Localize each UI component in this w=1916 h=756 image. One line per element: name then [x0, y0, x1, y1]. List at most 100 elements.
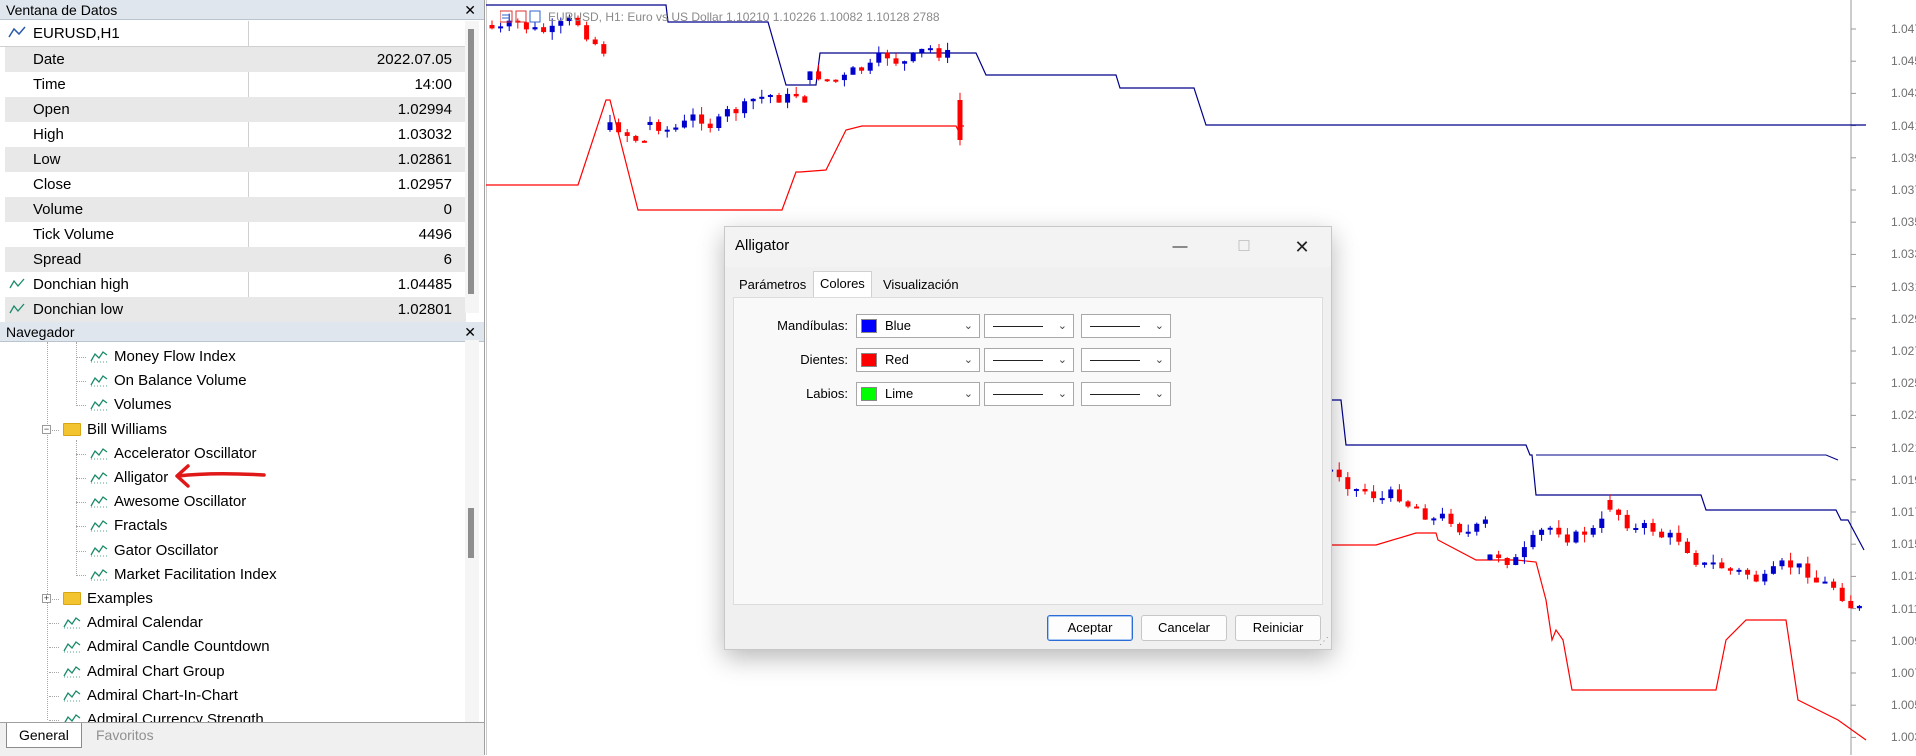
color-name: Red [885, 352, 909, 367]
tree-line [76, 526, 86, 528]
candle-body [489, 25, 495, 29]
color-row-label: Dientes: [800, 352, 848, 367]
line-style-select[interactable]: ⌄ [984, 348, 1074, 372]
data-row: Time 14:00 [5, 72, 466, 97]
candle-body [1556, 527, 1562, 535]
candle-body [876, 52, 882, 63]
price-tick-label: 1.03570 [1891, 215, 1916, 230]
tab-parametros[interactable]: Parámetros [733, 273, 812, 297]
candle-body [673, 127, 679, 130]
line-chart-icon [8, 26, 26, 38]
candle-body [1667, 532, 1673, 538]
indicator-icons[interactable] [500, 10, 544, 24]
tree-line [76, 453, 86, 455]
line-style-select[interactable]: ⌄ [984, 314, 1074, 338]
candle-body [1431, 518, 1437, 521]
cancel-button[interactable]: Cancelar [1141, 615, 1227, 641]
candle-body [1590, 527, 1596, 535]
candle-body [1659, 531, 1665, 538]
candle-body [1693, 553, 1699, 565]
scroll-thumb[interactable] [468, 29, 474, 294]
candle-body [1422, 508, 1428, 520]
candle-body [767, 95, 773, 98]
indicator-icon [90, 375, 108, 387]
data-row: High 1.03032 [5, 122, 466, 147]
line-sample [993, 360, 1043, 361]
scroll-thumb[interactable] [468, 508, 474, 558]
price-tick-label: 1.03370 [1891, 247, 1916, 262]
close-icon[interactable]: ✕ [464, 0, 476, 20]
dialog-titlebar[interactable]: Alligator — ☐ ✕ [725, 227, 1331, 267]
candle-body [1813, 577, 1819, 583]
data-row: Date 2022.07.05 [5, 47, 466, 72]
navigator-title: Navegador [6, 324, 75, 340]
candle-body [1796, 563, 1802, 568]
data-window-scrollbar[interactable] [465, 21, 479, 313]
line-width-select[interactable]: ⌄ [1081, 382, 1171, 406]
line-width-select[interactable]: ⌄ [1081, 314, 1171, 338]
candle-body [1521, 547, 1527, 558]
data-value: 1.03032 [397, 126, 452, 143]
data-row: Spread 6 [5, 247, 466, 272]
indicator-icon [63, 665, 81, 677]
candle-body [656, 121, 662, 131]
candle-body [1839, 587, 1845, 601]
data-value: 1.02994 [397, 101, 452, 118]
color-select[interactable]: Blue ⌄ [856, 314, 980, 338]
price-tick-label: 1.02370 [1891, 408, 1916, 423]
tree-line [76, 357, 86, 358]
line-width-select[interactable]: ⌄ [1081, 348, 1171, 372]
candle-body [541, 27, 547, 33]
indicator-icon [63, 689, 81, 702]
data-value: 1.04485 [397, 276, 452, 293]
candle-body [1362, 489, 1368, 492]
candle-body [785, 93, 791, 103]
donchian-high-line [1536, 454, 1839, 461]
chevron-down-icon: ⌄ [1154, 354, 1164, 366]
candle-body [716, 116, 722, 129]
candle-body [1616, 509, 1622, 515]
dialog-title: Alligator [735, 237, 790, 254]
tree-line [76, 574, 86, 576]
tab-visualizacion[interactable]: Visualización [877, 273, 965, 297]
candle-body [1573, 531, 1579, 543]
candle-body [681, 120, 687, 128]
minimize-icon[interactable]: — [1157, 233, 1203, 261]
color-select[interactable]: Red ⌄ [856, 348, 980, 372]
close-icon[interactable]: ✕ [464, 322, 476, 342]
line-style-select[interactable]: ⌄ [984, 382, 1074, 406]
tab-general[interactable]: General [6, 723, 82, 748]
tab-favoritos[interactable]: Favoritos [84, 723, 166, 747]
candle-body [1547, 527, 1553, 530]
navigator-scrollbar[interactable] [465, 340, 479, 722]
color-name: Blue [885, 318, 912, 333]
candle-body [1822, 581, 1828, 584]
reset-button[interactable]: Reiniciar [1235, 615, 1321, 641]
candle-body [841, 74, 847, 81]
tab-colores[interactable]: Colores [813, 271, 872, 298]
candle-body [833, 79, 839, 82]
price-tick-label: 1.03770 [1891, 183, 1916, 197]
close-icon[interactable]: ✕ [1279, 233, 1325, 261]
candle-body [532, 27, 538, 30]
candle-body [724, 109, 730, 117]
nav-item-label: Admiral Calendar [87, 614, 203, 632]
accept-button[interactable]: Aceptar [1047, 615, 1133, 641]
candle-body [802, 96, 808, 103]
candle-body [1624, 514, 1630, 529]
line-sample [1090, 360, 1140, 361]
expand-icon[interactable]: + [42, 594, 51, 603]
chevron-down-icon: ⌄ [1057, 320, 1067, 332]
candle-body [616, 122, 622, 133]
collapse-icon[interactable]: − [42, 424, 51, 434]
chevron-down-icon: ⌄ [1057, 388, 1067, 400]
candle-body [1607, 500, 1613, 510]
maximize-icon[interactable]: ☐ [1221, 233, 1267, 261]
price-tick-label: 1.01170 [1891, 601, 1916, 616]
data-key: Donchian low [33, 301, 124, 318]
price-tick-label: 1.02170 [1891, 440, 1916, 455]
color-select[interactable]: Lime ⌄ [856, 382, 980, 406]
candle-body [1831, 581, 1837, 588]
resize-grip-icon[interactable]: ⋰ [1319, 636, 1329, 647]
price-tick-label: 1.00370 [1891, 730, 1916, 745]
